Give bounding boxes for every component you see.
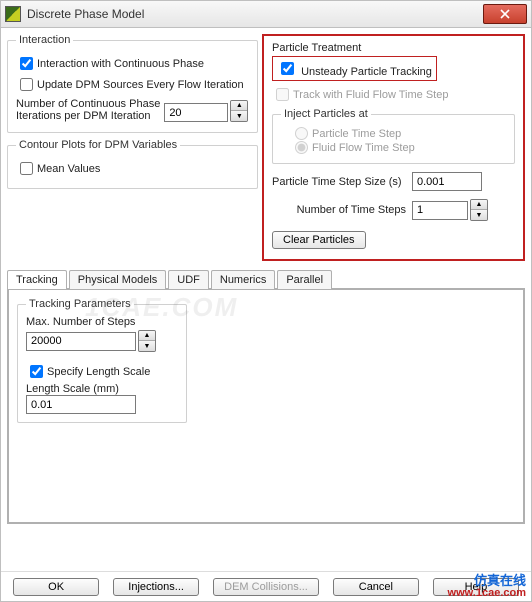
site-overlay-url: www.1cae.com <box>448 587 526 600</box>
radio-fluid-step-label: Fluid Flow Time Step <box>312 142 415 154</box>
interaction-continuous-checkbox[interactable] <box>20 57 33 70</box>
unsteady-highlight: Unsteady Particle Tracking <box>272 56 437 81</box>
contour-legend: Contour Plots for DPM Variables <box>16 139 180 151</box>
maxsteps-spinner[interactable]: ▲ ▼ <box>138 330 156 352</box>
maxsteps-spin-up[interactable]: ▲ <box>139 331 155 341</box>
unsteady-label: Unsteady Particle Tracking <box>301 66 432 78</box>
inject-at-group: Inject Particles at Particle Time Step F… <box>272 108 515 164</box>
tab-physical-models[interactable]: Physical Models <box>69 270 166 289</box>
nts-spin-up[interactable]: ▲ <box>471 200 487 210</box>
nts-input[interactable] <box>412 201 468 220</box>
tab-container: Tracking Physical Models UDF Numerics Pa… <box>7 269 525 524</box>
particle-legend: Particle Treatment <box>268 40 519 54</box>
nts-label: Number of Time Steps <box>272 204 412 216</box>
ptss-input[interactable] <box>412 172 482 191</box>
clear-particles-button[interactable]: Clear Particles <box>272 231 366 249</box>
dem-collisions-button: DEM Collisions... <box>213 578 319 596</box>
unsteady-checkbox[interactable] <box>281 62 294 75</box>
ncont-spinner[interactable]: ▲ ▼ <box>230 100 248 122</box>
injections-button[interactable]: Injections... <box>113 578 199 596</box>
site-overlay: 仿真在线 www.1cae.com <box>448 574 526 600</box>
length-scale-input[interactable] <box>26 395 136 414</box>
dialog-body: Interaction Interaction with Continuous … <box>0 28 532 602</box>
radio-fluid-step <box>295 141 308 154</box>
ok-button[interactable]: OK <box>13 578 99 596</box>
maxsteps-input[interactable] <box>26 332 136 351</box>
ptss-label: Particle Time Step Size (s) <box>272 176 412 188</box>
interaction-continuous-label: Interaction with Continuous Phase <box>37 58 204 70</box>
mean-values-label: Mean Values <box>37 163 100 175</box>
radio-particle-step <box>295 127 308 140</box>
nts-spinner[interactable]: ▲ ▼ <box>470 199 488 221</box>
trackfft-label: Track with Fluid Flow Time Step <box>293 89 448 101</box>
tab-body-tracking: Tracking Parameters Max. Number of Steps… <box>7 288 525 524</box>
close-icon <box>500 9 510 19</box>
tab-numerics[interactable]: Numerics <box>211 270 275 289</box>
mean-values-checkbox[interactable] <box>20 162 33 175</box>
ncont-spin-down[interactable]: ▼ <box>231 111 247 121</box>
app-icon <box>5 6 21 22</box>
inject-at-legend: Inject Particles at <box>281 108 371 120</box>
cancel-button[interactable]: Cancel <box>333 578 419 596</box>
titlebar: Discrete Phase Model <box>0 0 532 28</box>
particle-treatment-highlight: Particle Treatment Unsteady Particle Tra… <box>262 34 525 261</box>
tracking-params-legend: Tracking Parameters <box>26 298 134 310</box>
interaction-group: Interaction Interaction with Continuous … <box>7 34 258 133</box>
tracking-params-group: Tracking Parameters Max. Number of Steps… <box>17 298 187 423</box>
ncont-input[interactable] <box>164 103 228 122</box>
window-title: Discrete Phase Model <box>27 7 144 21</box>
update-dpm-label: Update DPM Sources Every Flow Iteration <box>37 79 244 91</box>
tab-parallel[interactable]: Parallel <box>277 270 332 289</box>
trackfft-checkbox <box>276 88 289 101</box>
contour-group: Contour Plots for DPM Variables Mean Val… <box>7 139 258 189</box>
tab-udf[interactable]: UDF <box>168 270 209 289</box>
tab-tracking[interactable]: Tracking <box>7 270 67 289</box>
interaction-legend: Interaction <box>16 34 73 46</box>
site-overlay-cn: 仿真在线 <box>448 574 526 587</box>
ncont-spin-up[interactable]: ▲ <box>231 101 247 111</box>
specify-length-label: Specify Length Scale <box>47 366 150 378</box>
close-button[interactable] <box>483 4 527 24</box>
length-scale-label: Length Scale (mm) <box>26 383 178 395</box>
specify-length-checkbox[interactable] <box>30 365 43 378</box>
nts-spin-down[interactable]: ▼ <box>471 210 487 220</box>
maxsteps-spin-down[interactable]: ▼ <box>139 341 155 351</box>
ncont-label: Number of Continuous Phase Iterations pe… <box>16 98 160 122</box>
maxsteps-label: Max. Number of Steps <box>26 316 178 328</box>
update-dpm-checkbox[interactable] <box>20 78 33 91</box>
radio-particle-step-label: Particle Time Step <box>312 128 401 140</box>
